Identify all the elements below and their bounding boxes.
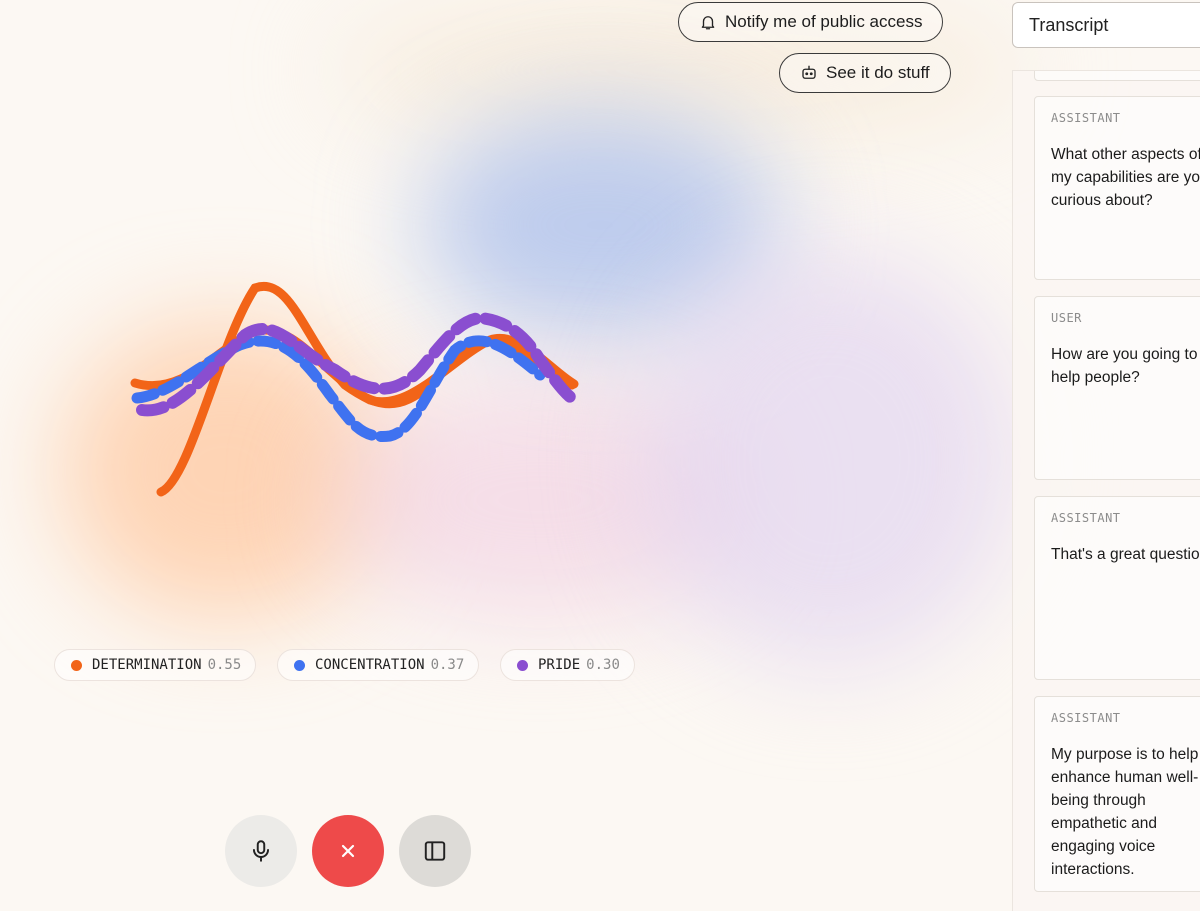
- message-line: help people?: [1051, 369, 1140, 386]
- emotion-score: 0.37: [430, 657, 465, 673]
- message-line: That's a great question: [1051, 546, 1200, 563]
- message-text: How are you going to help people?: [1051, 343, 1200, 389]
- message-line: interactions.: [1051, 861, 1135, 878]
- message-line: My purpose is to help: [1051, 746, 1199, 763]
- message-line: empathetic and: [1051, 815, 1157, 832]
- pride-dot: [517, 659, 528, 671]
- emotion-name: DETERMINATION: [92, 657, 202, 673]
- message-line: curious about?: [1051, 192, 1153, 209]
- end-call-button[interactable]: [312, 815, 384, 887]
- message-line: How are you going to: [1051, 346, 1198, 363]
- emotion-chip: PRIDE 0.30: [500, 649, 635, 681]
- message-text: That's a great question: [1051, 543, 1200, 566]
- emotion-name: PRIDE: [538, 657, 581, 673]
- emotion-score: 0.55: [207, 657, 242, 673]
- message-card: ASSISTANT That's a great question: [1034, 496, 1200, 680]
- sidebar-icon: [424, 841, 446, 861]
- message-line: What other aspects of: [1051, 146, 1200, 163]
- message-card: [1034, 71, 1200, 81]
- concentration-dot: [294, 659, 305, 671]
- microphone-button[interactable]: [225, 815, 297, 887]
- message-card: ASSISTANT What other aspects of my capab…: [1034, 96, 1200, 280]
- message-card: USER How are you going to help people?: [1034, 296, 1200, 480]
- message-role: ASSISTANT: [1051, 711, 1121, 725]
- emotion-waveform: [130, 281, 583, 497]
- emotion-score: 0.30: [586, 657, 620, 673]
- emotion-chip: DETERMINATION 0.55: [54, 649, 257, 681]
- transcript-dropdown[interactable]: Transcript: [1012, 2, 1200, 48]
- message-role: ASSISTANT: [1051, 111, 1121, 125]
- message-role: USER: [1051, 311, 1082, 325]
- message-line: enhance human well-: [1051, 769, 1199, 786]
- microphone-icon: [252, 840, 270, 862]
- message-line: my capabilities are you: [1051, 169, 1200, 186]
- determination-dot: [71, 659, 82, 671]
- emotion-name: CONCENTRATION: [315, 657, 425, 673]
- emotion-chip: CONCENTRATION 0.37: [277, 649, 480, 681]
- message-text: What other aspects of my capabilities ar…: [1051, 143, 1200, 212]
- transcript-dropdown-label: Transcript: [1029, 14, 1109, 35]
- message-role: ASSISTANT: [1051, 511, 1121, 525]
- message-line: being through: [1051, 792, 1146, 809]
- close-icon: [341, 844, 355, 858]
- message-line: engaging voice: [1051, 838, 1156, 855]
- toggle-panel-button[interactable]: [399, 815, 471, 887]
- transcript-panel[interactable]: ASSISTANT What other aspects of my capab…: [1012, 70, 1200, 911]
- message-text: My purpose is to help enhance human well…: [1051, 743, 1200, 881]
- message-card: ASSISTANT My purpose is to help enhance …: [1034, 696, 1200, 892]
